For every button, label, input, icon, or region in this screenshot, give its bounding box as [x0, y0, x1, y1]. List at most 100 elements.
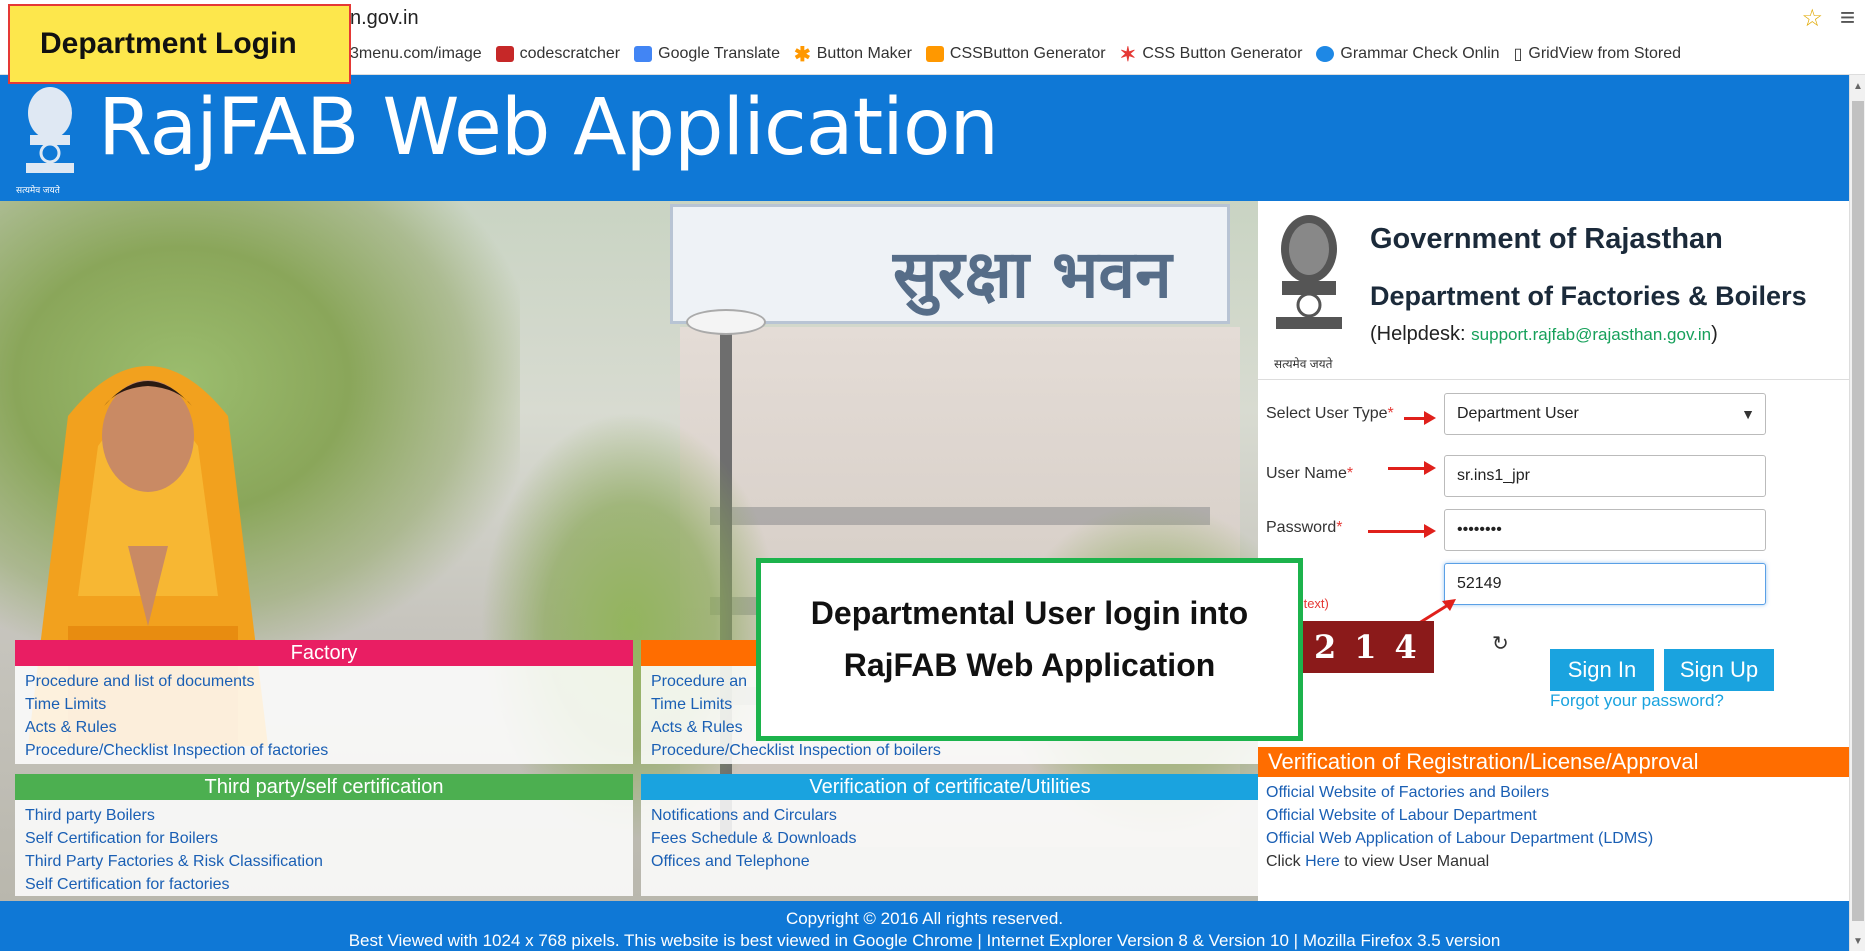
panel-title: Factory [15, 640, 633, 666]
factory-link[interactable]: Procedure and list of documents [25, 670, 623, 693]
bookmark-item[interactable]: Grammar Check Onlin [1316, 45, 1500, 63]
utilities-link[interactable]: Offices and Telephone [651, 850, 1249, 873]
password-input[interactable]: •••••••• [1444, 509, 1766, 551]
annotation-line: Departmental User login into [810, 595, 1249, 631]
bookmarks-bar: 3menu.com/image codescratcher Google Tra… [350, 40, 1681, 68]
page-footer: Copyright © 2016 All rights reserved. Be… [0, 901, 1849, 951]
scroll-thumb[interactable] [1852, 101, 1864, 921]
bookmark-item[interactable]: ✱ Button Maker [794, 42, 912, 67]
css-icon [925, 46, 944, 62]
page-icon: ▯ [1513, 46, 1523, 63]
factory-panel: Factory Procedure and list of documents … [15, 640, 633, 764]
bookmark-label: CSSButton Generator [949, 45, 1106, 62]
ashoka-emblem-icon [26, 87, 74, 173]
factory-link[interactable]: Procedure/Checklist Inspection of factor… [25, 739, 623, 762]
bookmark-item[interactable]: ✶ CSS Button Generator [1120, 42, 1303, 67]
user-manual-link[interactable]: Here [1305, 853, 1340, 870]
third-party-link[interactable]: Self Certification for factories [25, 873, 623, 896]
translate-icon [634, 46, 653, 62]
scroll-up-icon[interactable]: ▲ [1853, 81, 1863, 92]
captcha-image: 2149 [1300, 621, 1457, 673]
scroll-down-icon[interactable]: ▼ [1853, 936, 1863, 947]
factory-link[interactable]: Acts & Rules [25, 716, 623, 739]
manual-suffix: to view User Manual [1344, 853, 1490, 870]
best-viewed-text: Best Viewed with 1024 x 768 pixels. This… [348, 931, 1501, 950]
factory-link[interactable]: Time Limits [25, 693, 623, 716]
username-input[interactable]: sr.ins1_jpr [1444, 455, 1766, 497]
lamp-head [686, 309, 766, 335]
manual-prefix: Click [1266, 853, 1301, 870]
helpdesk-info: (Helpdesk: support.rajfab@rajasthan.gov.… [1370, 323, 1718, 346]
utilities-link[interactable]: Fees Schedule & Downloads [651, 827, 1249, 850]
grammar-icon [1316, 46, 1335, 62]
user-type-label: Select User Type* [1266, 405, 1394, 423]
bookmark-label: CSS Button Generator [1142, 45, 1303, 62]
browser-menu-icon[interactable]: ≡ [1840, 2, 1855, 33]
bookmark-label: Grammar Check Onlin [1340, 45, 1500, 62]
username-label: User Name* [1266, 465, 1353, 483]
helpdesk-email-link[interactable]: support.rajfab@rajasthan.gov.in [1471, 325, 1711, 344]
verification-registration-panel: Verification of Registration/License/App… [1258, 747, 1849, 897]
bookmark-item[interactable]: codescratcher [495, 45, 621, 63]
red-star-icon: ✶ [1119, 43, 1137, 66]
emblem-caption: सत्यमेव जयते [16, 185, 60, 195]
panel-title: Third party/self certification [15, 774, 633, 800]
verification-certificate-panel: Verification of certificate/Utilities No… [641, 774, 1259, 896]
boiler-link[interactable]: Procedure/Checklist Inspection of boiler… [651, 739, 1249, 762]
required-marker: * [1387, 405, 1394, 422]
captcha-input[interactable]: 52149 [1444, 563, 1766, 605]
divider [1258, 379, 1849, 380]
registration-link[interactable]: Official Website of Factories and Boiler… [1266, 781, 1839, 804]
building-sign: सुरक्षा भवन [670, 204, 1230, 324]
copyright-text: Copyright © 2016 All rights reserved. [785, 909, 1064, 928]
registration-link[interactable]: Official Web Application of Labour Depar… [1266, 827, 1839, 850]
bookmark-label: codescratcher [519, 45, 621, 62]
third-party-panel: Third party/self certification Third par… [15, 774, 633, 896]
bookmark-label: 3menu.com/image [350, 45, 482, 62]
red-arrow [1368, 524, 1436, 538]
sign-up-button[interactable]: Sign Up [1664, 649, 1774, 691]
codescratcher-icon [495, 46, 514, 62]
department-title: Department of Factories & Boilers [1370, 281, 1807, 311]
login-annotation-callout: Departmental User login into RajFAB Web … [756, 558, 1303, 741]
bookmark-item[interactable]: CSSButton Generator [925, 45, 1106, 63]
address-bar[interactable]: n.gov.in [350, 4, 419, 32]
red-arrow [1404, 411, 1436, 425]
forgot-password-link[interactable]: Forgot your password? [1550, 691, 1724, 711]
red-arrow [1388, 461, 1436, 475]
bookmark-item[interactable]: 3menu.com/image [350, 45, 482, 63]
app-title: RajFAB Web Application [98, 83, 999, 173]
panel-title: Verification of certificate/Utilities [641, 774, 1259, 800]
bookmark-item[interactable]: Google Translate [634, 45, 780, 63]
select-value: Department User [1457, 405, 1579, 422]
label-text: Select User Type [1266, 405, 1388, 422]
refresh-captcha-icon[interactable]: ↻ [1492, 631, 1509, 656]
bookmark-label: Google Translate [658, 45, 780, 62]
bookmark-star-icon[interactable]: ☆ [1801, 4, 1823, 33]
sign-in-button[interactable]: Sign In [1550, 649, 1654, 691]
bookmark-label: Button Maker [816, 45, 912, 62]
registration-link[interactable]: Official Website of Labour Department [1266, 804, 1839, 827]
label-text: Password [1266, 519, 1337, 536]
helpdesk-close: ) [1711, 323, 1718, 345]
user-type-select[interactable]: Department User ▼ [1444, 393, 1766, 435]
utilities-link[interactable]: Notifications and Circulars [651, 804, 1249, 827]
building-sign-text: सुरक्षा भवन [893, 235, 1172, 313]
asterisk-icon: ✱ [793, 43, 811, 66]
emblem-caption: सत्यमेव जयते [1274, 357, 1333, 371]
bookmark-label: GridView from Stored [1528, 45, 1682, 62]
annotation-line: RajFAB Web Application [843, 647, 1216, 683]
vertical-scrollbar[interactable]: ▲ ▼ [1849, 75, 1865, 951]
required-marker: * [1336, 519, 1343, 536]
third-party-link[interactable]: Third Party Factories & Risk Classificat… [25, 850, 623, 873]
app-header: RajFAB Web Application सत्यमेव जयते [0, 75, 1849, 201]
required-marker: * [1346, 465, 1354, 482]
panel-title: Verification of Registration/License/App… [1258, 747, 1849, 777]
third-party-link[interactable]: Self Certification for Boilers [25, 827, 623, 850]
bookmark-item[interactable]: ▯ GridView from Stored [1514, 44, 1681, 64]
third-party-link[interactable]: Third party Boilers [25, 804, 623, 827]
chevron-down-icon: ▼ [1741, 406, 1755, 422]
password-label: Password* [1266, 519, 1342, 537]
label-text: User Name [1266, 465, 1347, 482]
department-login-callout: Department Login [8, 4, 351, 84]
